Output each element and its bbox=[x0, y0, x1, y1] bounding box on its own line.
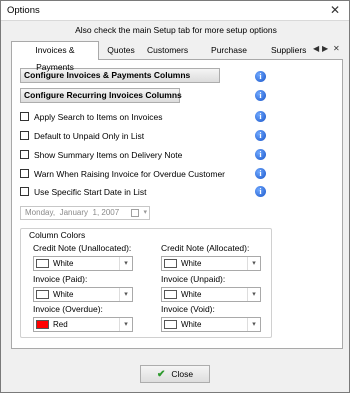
start-date-picker[interactable]: Monday, January 1, 2007 ▾ bbox=[20, 206, 150, 220]
check-icon: ✔ bbox=[156, 369, 166, 380]
color-value: White bbox=[181, 290, 202, 299]
color-value: Red bbox=[53, 320, 68, 329]
color-label-invoice-paid: Invoice (Paid): bbox=[33, 274, 88, 284]
info-icon[interactable]: i bbox=[255, 111, 266, 122]
tab-suppliers[interactable]: Suppliers bbox=[267, 43, 309, 59]
color-swatch bbox=[164, 320, 177, 329]
color-label-invoice-overdue: Invoice (Overdue): bbox=[33, 304, 103, 314]
color-value: White bbox=[53, 259, 74, 268]
color-select-credit-allocated[interactable]: White ▾ bbox=[161, 256, 261, 271]
date-weekday: Monday bbox=[25, 208, 53, 217]
date-month: January bbox=[59, 208, 89, 217]
tab-customers[interactable]: Customers bbox=[143, 43, 191, 59]
column-colors-group: Column Colors Credit Note (Unallocated):… bbox=[20, 228, 272, 338]
chevron-down-icon[interactable]: ▾ bbox=[119, 257, 132, 270]
color-select-invoice-void[interactable]: White ▾ bbox=[161, 317, 261, 332]
color-label-credit-unallocated: Credit Note (Unallocated): bbox=[33, 243, 132, 253]
column-colors-title: Column Colors bbox=[27, 230, 88, 240]
option-specific-start-date[interactable]: Use Specific Start Date in List bbox=[20, 186, 146, 198]
date-year: 2007 bbox=[101, 208, 120, 217]
option-label: Default to Unpaid Only in List bbox=[34, 130, 145, 141]
color-label-invoice-unpaid: Invoice (Unpaid): bbox=[161, 274, 226, 284]
color-label-invoice-void: Invoice (Void): bbox=[161, 304, 215, 314]
date-separator: , bbox=[96, 208, 100, 217]
color-swatch bbox=[36, 320, 49, 329]
color-select-invoice-overdue[interactable]: Red ▾ bbox=[33, 317, 133, 332]
color-value: White bbox=[181, 320, 202, 329]
date-separator: , bbox=[52, 208, 56, 217]
tab-next-icon[interactable]: ▶ bbox=[322, 44, 328, 53]
configure-recurring-columns-button[interactable]: Configure Recurring Invoices Columns bbox=[20, 88, 182, 103]
tab-prev-icon[interactable]: ◀ bbox=[313, 44, 319, 53]
window-title: Options bbox=[7, 5, 40, 16]
info-icon[interactable]: i bbox=[255, 90, 266, 101]
tab-invoices-payments[interactable]: Invoices & Payments bbox=[11, 41, 99, 72]
option-label: Use Specific Start Date in List bbox=[34, 186, 147, 197]
color-value: White bbox=[53, 290, 74, 299]
color-value: White bbox=[181, 259, 202, 268]
option-label: Show Summary Items on Delivery Note bbox=[34, 149, 183, 160]
tab-purchase-orders[interactable]: Purchase Orders bbox=[195, 43, 263, 70]
setup-hint: Also check the main Setup tab for more s… bbox=[75, 25, 277, 35]
option-show-summary[interactable]: Show Summary Items on Delivery Note bbox=[20, 149, 182, 161]
color-swatch bbox=[36, 290, 49, 299]
close-icon[interactable]: ✕ bbox=[321, 1, 349, 20]
color-swatch bbox=[164, 259, 177, 268]
checkbox[interactable] bbox=[20, 187, 29, 197]
tab-close-icon[interactable]: ✕ bbox=[333, 44, 340, 53]
info-icon[interactable]: i bbox=[255, 186, 266, 197]
chevron-down-icon[interactable]: ▾ bbox=[247, 318, 260, 331]
info-icon[interactable]: i bbox=[255, 130, 266, 141]
color-label-credit-allocated: Credit Note (Allocated): bbox=[161, 243, 250, 253]
invoices-panel: Configure Invoices & Payments Columns i … bbox=[11, 59, 343, 349]
option-default-unpaid[interactable]: Default to Unpaid Only in List bbox=[20, 130, 144, 142]
checkbox[interactable] bbox=[20, 169, 29, 179]
calendar-icon[interactable] bbox=[131, 209, 139, 217]
checkbox[interactable] bbox=[20, 131, 29, 141]
color-select-invoice-paid[interactable]: White ▾ bbox=[33, 287, 133, 302]
color-select-invoice-unpaid[interactable]: White ▾ bbox=[161, 287, 261, 302]
options-window: Options ✕ Also check the main Setup tab … bbox=[0, 0, 350, 393]
color-swatch bbox=[36, 259, 49, 268]
close-button-label: Close bbox=[171, 369, 194, 379]
color-select-credit-unallocated[interactable]: White ▾ bbox=[33, 256, 133, 271]
chevron-down-icon[interactable]: ▾ bbox=[119, 288, 132, 301]
chevron-down-icon[interactable]: ▾ bbox=[119, 318, 132, 331]
close-button[interactable]: ✔ Close bbox=[140, 365, 210, 383]
option-label: Warn When Raising Invoice for Overdue Cu… bbox=[34, 168, 226, 179]
tab-strip: Invoices & Payments Quotes Customers Pur… bbox=[11, 41, 343, 72]
color-swatch bbox=[164, 290, 177, 299]
tab-quotes[interactable]: Quotes bbox=[103, 43, 139, 59]
option-label: Apply Search to Items on Invoices bbox=[34, 111, 163, 122]
chevron-down-icon[interactable]: ▾ bbox=[247, 257, 260, 270]
chevron-down-icon[interactable]: ▾ bbox=[247, 288, 260, 301]
info-icon[interactable]: i bbox=[255, 71, 266, 82]
checkbox[interactable] bbox=[20, 150, 29, 160]
info-icon[interactable]: i bbox=[255, 149, 266, 160]
option-warn-overdue[interactable]: Warn When Raising Invoice for Overdue Cu… bbox=[20, 168, 225, 180]
title-bar: Options ✕ bbox=[1, 1, 349, 21]
chevron-down-icon[interactable]: ▾ bbox=[143, 207, 147, 219]
info-icon[interactable]: i bbox=[255, 168, 266, 179]
checkbox[interactable] bbox=[20, 112, 29, 122]
option-apply-search[interactable]: Apply Search to Items on Invoices bbox=[20, 111, 163, 123]
